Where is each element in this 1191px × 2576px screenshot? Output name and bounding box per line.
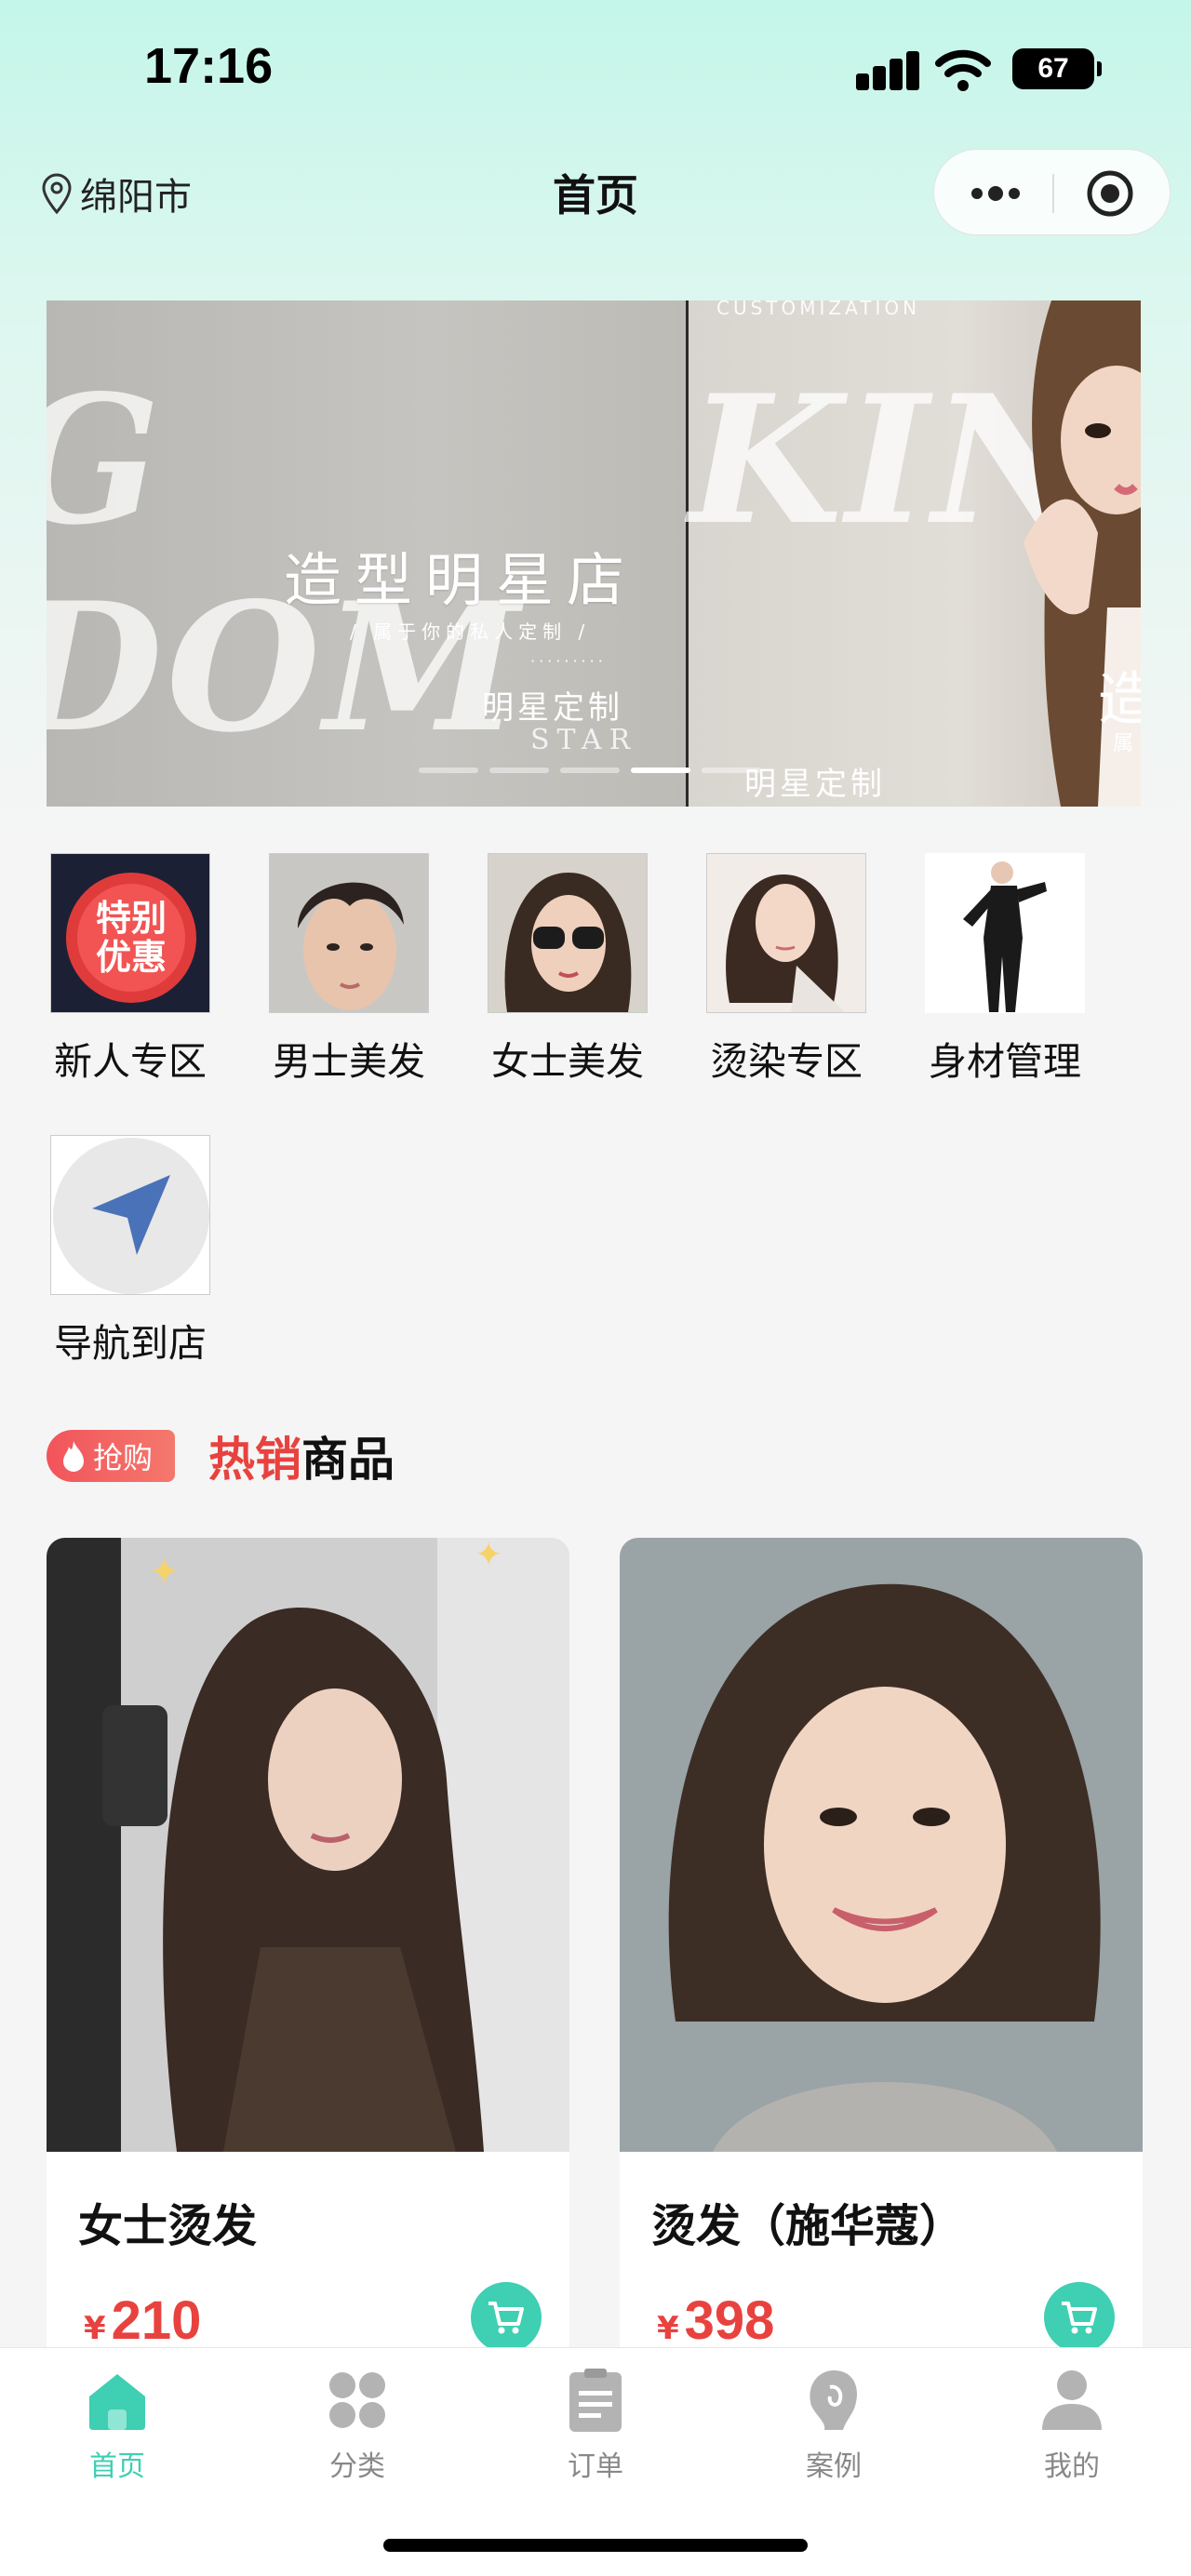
hot-section-title: 热销商品 — [208, 1422, 395, 1489]
battery-icon: 67 — [1012, 48, 1102, 89]
cart-icon — [488, 2302, 524, 2334]
category-label: 烫染专区 — [710, 1039, 863, 1084]
tab-mine[interactable]: 我的 — [997, 2365, 1146, 2484]
product-name: 女士烫发 — [78, 2200, 258, 2252]
add-to-cart-button[interactable] — [1044, 2282, 1115, 2347]
price-value: 210 — [111, 2290, 202, 2347]
hot-title-black: 商品 — [301, 1433, 395, 1487]
tab-label: 案例 — [806, 2450, 862, 2483]
user-icon — [1042, 2370, 1102, 2430]
carousel-dot[interactable] — [489, 767, 549, 773]
category-label: 新人专区 — [54, 1039, 207, 1084]
tab-label: 我的 — [1044, 2450, 1100, 2483]
wifi-icon — [935, 49, 991, 91]
currency-symbol: ¥ — [84, 2310, 106, 2347]
nav-bar: 绵阳市 首页 — [0, 140, 1191, 247]
product-price: ¥398 — [657, 2289, 774, 2347]
close-miniapp-icon[interactable] — [1085, 168, 1135, 219]
grid-icon — [329, 2372, 385, 2428]
tab-cases[interactable]: 案例 — [759, 2365, 908, 2484]
banner-carousel[interactable]: G DOM 造型明星店 / 属于你的私人定制 / ········· 明星定制 … — [47, 300, 1141, 807]
special-offer-text: 特别 — [96, 898, 167, 939]
tab-orders[interactable]: 订单 — [521, 2365, 670, 2484]
tab-category[interactable]: 分类 — [283, 2365, 432, 2484]
category-navigate-store[interactable]: 导航到店 — [37, 1124, 223, 1368]
tab-label: 首页 — [89, 2450, 145, 2483]
hot-section-header: 抢购 热销商品 — [47, 1423, 395, 1488]
product-image — [620, 1538, 1143, 2152]
category-label: 导航到店 — [54, 1321, 207, 1366]
product-name: 烫发（施华蔻） — [651, 2200, 965, 2252]
svg-text:优惠: 优惠 — [96, 937, 167, 978]
banner-slide-next: CUSTOMIZATION KIN 明星定制 造 属 — [689, 300, 1141, 807]
women-hair-image — [488, 853, 648, 1013]
miniapp-capsule — [933, 149, 1171, 235]
banner-right-sub: 明星定制 — [744, 766, 886, 803]
tab-home[interactable]: 首页 — [43, 2365, 192, 2484]
banner-tagline: / 属于你的私人定制 / — [350, 621, 591, 643]
cart-icon — [1062, 2302, 1097, 2334]
tab-label: 分类 — [329, 2450, 385, 2483]
case-icon — [810, 2370, 857, 2430]
banner-en: STAR — [530, 724, 638, 756]
carousel-dot[interactable] — [631, 767, 690, 773]
banner-dots: ········· — [530, 652, 607, 670]
status-bar: 17:16 67 — [0, 0, 1191, 140]
more-icon[interactable] — [968, 178, 1024, 209]
capsule-divider — [1052, 174, 1054, 213]
home-indicator — [383, 2539, 808, 2552]
navigation-arrow-icon — [50, 1135, 210, 1295]
product-card[interactable]: 烫发（施华蔻） ¥398 — [620, 1538, 1143, 2347]
currency-symbol: ¥ — [657, 2310, 679, 2347]
clipboard-icon — [569, 2369, 622, 2432]
hot-title-red: 热销 — [208, 1433, 302, 1487]
home-icon — [89, 2374, 145, 2430]
perm-dye-image — [706, 853, 866, 1013]
men-hair-image — [269, 853, 429, 1013]
category-label: 男士美发 — [273, 1039, 425, 1084]
signal-icon — [856, 51, 921, 92]
carousel-dot[interactable] — [419, 767, 478, 773]
category-women-hair[interactable]: 女士美发 — [475, 842, 661, 1086]
price-value: 398 — [684, 2290, 775, 2347]
fire-icon — [63, 1441, 84, 1472]
category-men-hair[interactable]: 男士美发 — [256, 842, 442, 1086]
category-new-user[interactable]: 特别 优惠 新人专区 — [37, 842, 223, 1086]
category-perm-dye[interactable]: 烫染专区 — [693, 842, 879, 1086]
banner-custom-word: CUSTOMIZATION — [716, 300, 921, 319]
product-price: ¥210 — [84, 2289, 201, 2347]
body-management-image — [925, 853, 1085, 1013]
carousel-indicators — [419, 767, 761, 773]
status-time: 17:16 — [144, 38, 274, 94]
special-offer-image: 特别 优惠 — [50, 853, 210, 1013]
tab-label: 订单 — [568, 2450, 623, 2483]
svg-text:✦: ✦ — [475, 1538, 502, 1574]
banner-store-name: 造型明星店 — [284, 546, 638, 614]
carousel-dot[interactable] — [702, 767, 761, 773]
category-label: 身材管理 — [929, 1039, 1081, 1084]
add-to-cart-button[interactable] — [471, 2282, 542, 2347]
category-label: 女士美发 — [491, 1039, 644, 1084]
banner-right-cut-small: 属 — [1113, 732, 1134, 755]
svg-text:✦: ✦ — [149, 1551, 181, 1594]
carousel-dot[interactable] — [560, 767, 620, 773]
banner-right-cut: 造 — [1098, 665, 1141, 733]
product-card[interactable]: ✦ ✦ 女士烫发 ¥210 — [47, 1538, 569, 2347]
flash-sale-label: 抢购 — [93, 1440, 154, 1475]
banner-slide: G DOM 造型明星店 / 属于你的私人定制 / ········· 明星定制 … — [47, 300, 687, 807]
category-body-management[interactable]: 身材管理 — [912, 842, 1098, 1086]
banner-sub: 明星定制 — [482, 689, 623, 727]
flash-sale-badge: 抢购 — [47, 1430, 176, 1482]
product-image: ✦ ✦ — [47, 1538, 569, 2152]
